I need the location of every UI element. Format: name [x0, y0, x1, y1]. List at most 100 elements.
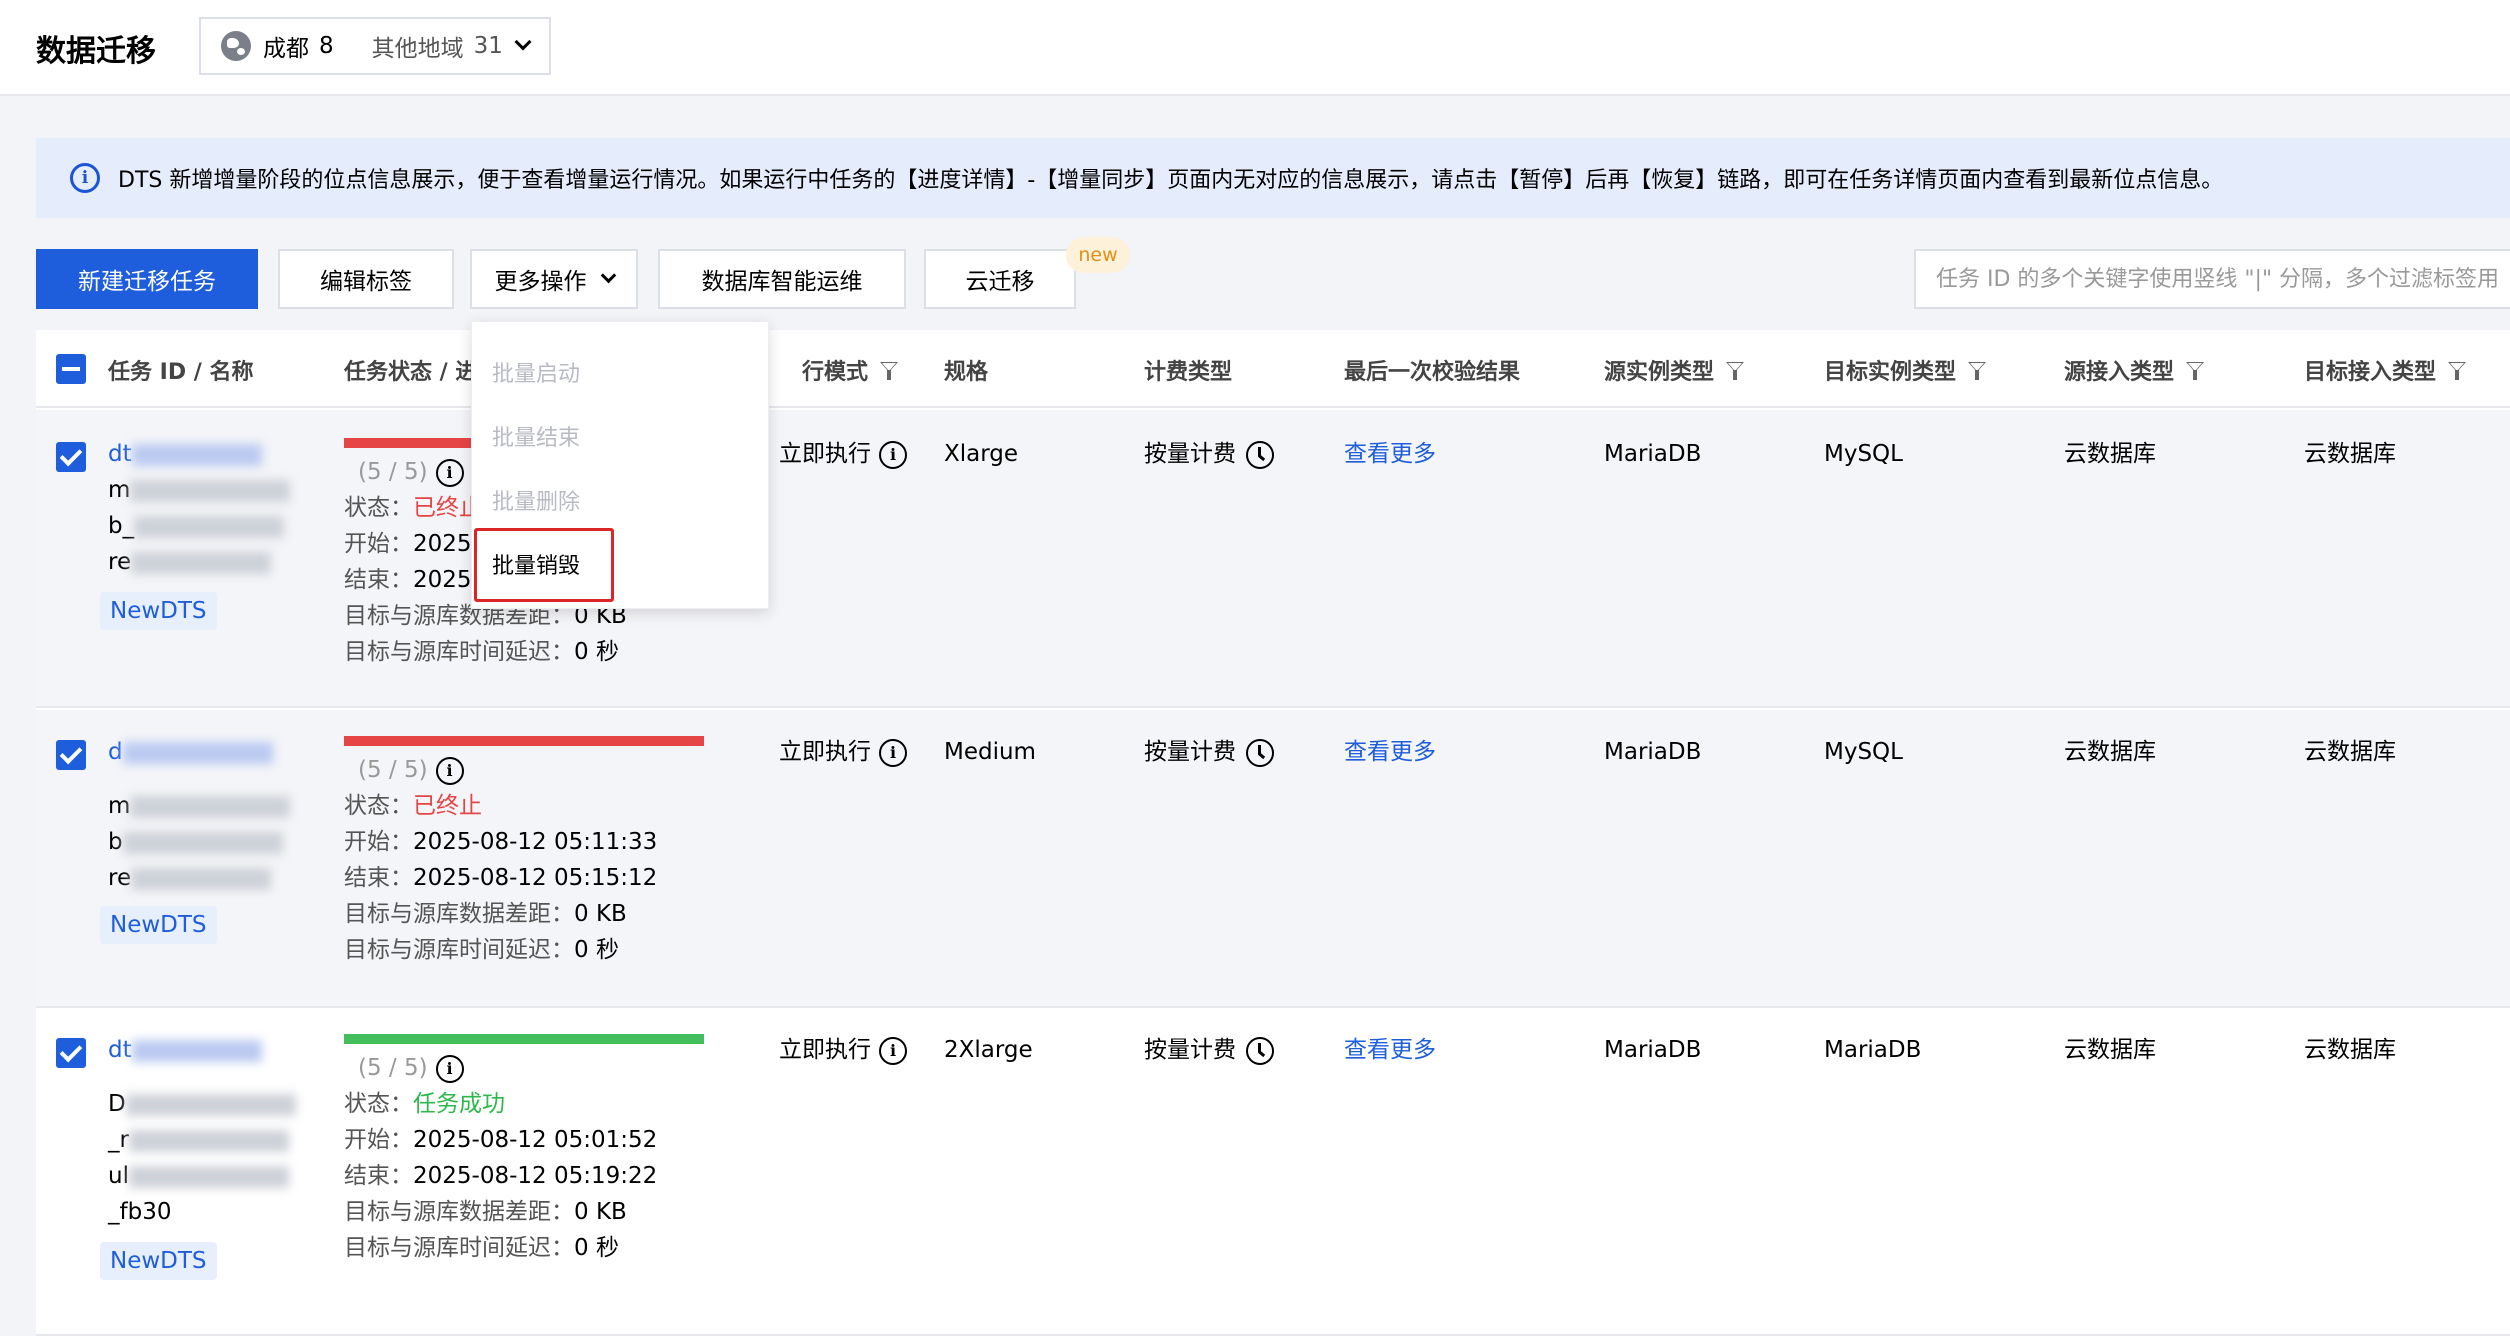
info-icon[interactable]: i	[879, 1036, 907, 1065]
task-id-prefix: dt	[108, 441, 132, 467]
state-label: 状态：	[344, 793, 413, 819]
header-dst-access-label: 目标接入类型	[2304, 360, 2437, 385]
redacted-id	[122, 741, 273, 764]
task-name-text: D	[108, 1091, 126, 1117]
filter-icon[interactable]	[2448, 360, 2467, 380]
start-label: 开始：	[344, 531, 413, 557]
header-mode[interactable]: 行模式	[802, 354, 899, 386]
redacted-name	[131, 867, 272, 890]
header-src-access[interactable]: 源接入类型	[2064, 354, 2205, 386]
view-more-link[interactable]: 查看更多	[1344, 436, 1436, 472]
info-icon[interactable]: i	[435, 1054, 464, 1083]
run-mode-text: 立即执行	[779, 739, 871, 765]
clock-icon[interactable]	[1246, 738, 1274, 767]
chevron-down-icon	[514, 33, 532, 51]
task-time-delay: 目标与源库时间延迟：0 秒	[344, 634, 619, 670]
more-actions-label: 更多操作	[494, 269, 587, 295]
task-id-link[interactable]: dt	[108, 1032, 262, 1068]
header-dst-type[interactable]: 目标实例类型	[1824, 354, 1987, 386]
header-src-type[interactable]: 源实例类型	[1604, 354, 1745, 386]
task-name-line: m	[108, 472, 291, 508]
info-icon[interactable]: i	[435, 756, 464, 785]
end-value: 2025-08-12 05:15:12	[413, 865, 658, 891]
row-checkbox[interactable]	[56, 1038, 86, 1068]
header-dst-access[interactable]: 目标接入类型	[2304, 354, 2467, 386]
dst-type: MySQL	[1824, 441, 1903, 467]
task-tag[interactable]: NewDTS	[100, 1242, 217, 1280]
menu-item-batch-stop: 批量结束	[492, 426, 581, 451]
filter-icon[interactable]	[1968, 360, 1987, 380]
billing: 按量计费	[1144, 436, 1274, 472]
task-start: 开始：2025-08-12 05:11:33	[344, 824, 657, 860]
end-value: 2025	[413, 567, 472, 593]
more-actions-button[interactable]: 更多操作	[470, 249, 638, 309]
end-label: 结束：	[344, 567, 413, 593]
header-last-check: 最后一次校验结果	[1344, 360, 1521, 385]
view-more-link[interactable]: 查看更多	[1344, 1032, 1436, 1068]
start-value: 2025-08-12 05:11:33	[413, 829, 658, 855]
info-icon[interactable]: i	[435, 458, 464, 487]
filter-icon[interactable]	[2186, 360, 2205, 380]
progress-text: (5 / 5) i	[358, 1050, 464, 1086]
task-id-link[interactable]: d	[108, 734, 273, 770]
cloud-migrate-button[interactable]: 云迁移	[924, 249, 1076, 309]
redacted-name	[122, 831, 283, 854]
table-row: d m b re NewDTS (5 / 5) i 状态：已终止 开始：2025-…	[36, 710, 2510, 1008]
select-all-checkbox[interactable]	[56, 354, 86, 384]
dst-type: MariaDB	[1824, 1037, 1922, 1063]
notice-banner: i DTS 新增增量阶段的位点信息展示，便于查看增量运行情况。如果运行中任务的【…	[36, 138, 2510, 218]
toolbar: 新建迁移任务 编辑标签 更多操作 数据库智能运维 云迁移 new	[36, 237, 2510, 309]
info-icon: i	[70, 163, 100, 193]
header-id-name: 任务 ID / 名称	[108, 360, 254, 385]
task-end: 结束：2025-08-12 05:19:22	[344, 1158, 657, 1194]
header-src-type-label: 源实例类型	[1604, 360, 1715, 385]
clock-icon[interactable]	[1246, 1036, 1274, 1065]
row-checkbox[interactable]	[56, 442, 86, 472]
run-mode: 立即执行 i	[779, 734, 907, 770]
progress-text: (5 / 5) i	[358, 454, 464, 490]
region-current: 成都	[263, 36, 309, 62]
new-migration-task-button[interactable]: 新建迁移任务	[36, 249, 258, 309]
src-access: 云数据库	[2064, 739, 2156, 765]
db-smart-ops-button[interactable]: 数据库智能运维	[658, 249, 906, 309]
dst-access: 云数据库	[2304, 739, 2396, 765]
search-input[interactable]	[1914, 249, 2510, 309]
header-mode-label: 行模式	[802, 360, 869, 385]
start-label: 开始：	[344, 1127, 413, 1153]
clock-icon[interactable]	[1246, 440, 1274, 469]
redacted-name	[128, 1129, 289, 1152]
region-current-count: 8	[319, 33, 334, 59]
start-value: 2025	[413, 531, 472, 557]
task-id-prefix: d	[108, 739, 123, 765]
filter-icon[interactable]	[1726, 360, 1745, 380]
edit-tags-button[interactable]: 编辑标签	[278, 249, 454, 309]
info-icon[interactable]: i	[879, 738, 907, 767]
task-id-prefix: dt	[108, 1037, 132, 1063]
task-name-text: ul	[108, 1163, 129, 1189]
billing-text: 按量计费	[1144, 441, 1236, 467]
state-label: 状态：	[344, 1091, 413, 1117]
time-delay-label: 目标与源库时间延迟：	[344, 937, 574, 963]
state-label: 状态：	[344, 495, 413, 521]
src-access: 云数据库	[2064, 1037, 2156, 1063]
time-delay-label: 目标与源库时间延迟：	[344, 639, 574, 665]
table-row: dt m b_ re NewDTS (5 / 5) i 状态：已终止 开始：202…	[36, 410, 2510, 708]
row-checkbox[interactable]	[56, 740, 86, 770]
billing-text: 按量计费	[1144, 1037, 1236, 1063]
region-selector[interactable]: 成都 8 其他地域 31	[199, 17, 551, 75]
end-value: 2025-08-12 05:19:22	[413, 1163, 658, 1189]
progress-count: (5 / 5)	[358, 459, 428, 485]
info-icon[interactable]: i	[879, 440, 907, 469]
run-mode: 立即执行 i	[779, 1032, 907, 1068]
task-id-link[interactable]: dt	[108, 436, 262, 472]
filter-icon[interactable]	[880, 360, 899, 380]
task-tag[interactable]: NewDTS	[100, 592, 217, 630]
task-data-gap: 目标与源库数据差距：0 KB	[344, 1194, 627, 1230]
data-gap-value: 0 KB	[574, 1199, 627, 1225]
state-value: 已终止	[413, 793, 482, 819]
task-name-line: b	[108, 824, 283, 860]
view-more-link[interactable]: 查看更多	[1344, 734, 1436, 770]
task-name-text: re	[108, 865, 132, 891]
task-tag[interactable]: NewDTS	[100, 906, 217, 944]
time-delay-value: 0 秒	[574, 1235, 619, 1261]
